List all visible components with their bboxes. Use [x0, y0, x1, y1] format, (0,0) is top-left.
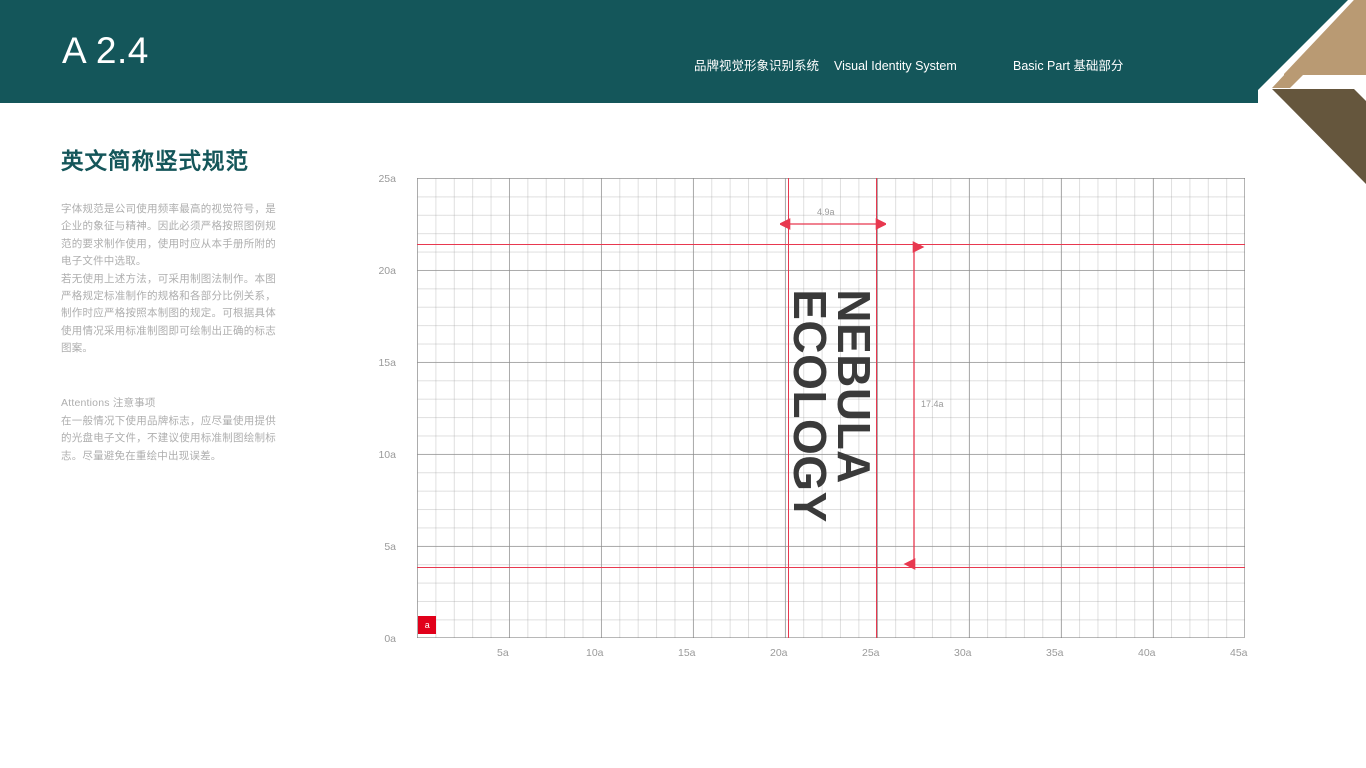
unit-square-a: a — [418, 616, 437, 635]
header-subtitle-en: Visual Identity System — [834, 59, 957, 73]
x-axis-label-35: 35a — [1046, 647, 1064, 659]
page-root: A 2.4 品牌视觉形象识别系统 Visual Identity System … — [0, 0, 1366, 768]
width-dimension-label: 4.9a — [817, 207, 835, 217]
x-axis-label-25: 25a — [862, 647, 880, 659]
x-axis-label-40: 40a — [1138, 647, 1156, 659]
page-code: A 2.4 — [62, 30, 149, 71]
y-axis-label-20: 20a — [378, 265, 396, 277]
x-axis-label-20: 20a — [770, 647, 788, 659]
x-axis-label-30: 30a — [954, 647, 972, 659]
y-axis-label-10: 10a — [378, 449, 396, 461]
height-dimension-label: 17.4a — [921, 399, 944, 409]
header-part-label: Basic Part 基础部分 — [1013, 59, 1124, 73]
deco-brown-chevron — [1272, 89, 1366, 184]
y-axis-label-25: 25a — [378, 173, 396, 185]
x-axis-label-45: 45a — [1230, 647, 1248, 659]
guide-line-bottom — [417, 567, 1245, 568]
x-axis-label-10: 10a — [586, 647, 604, 659]
logo-wordmark: NEBULA ECOLOGY — [784, 244, 880, 567]
logo-line-1: NEBULA — [828, 288, 880, 484]
x-axis-label-5: 5a — [497, 647, 509, 659]
y-axis-label-0: 0a — [384, 633, 396, 645]
page-header: A 2.4 品牌视觉形象识别系统 Visual Identity System … — [0, 0, 1258, 103]
header-meta-group: 品牌视觉形象识别系统 Visual Identity System Basic … — [0, 60, 1258, 80]
y-axis-label-15: 15a — [378, 357, 396, 369]
construction-diagram: 0a 5a 10a 15a 20a 25a 5a 10a 15a 20a 25a… — [0, 0, 1366, 768]
x-axis-label-15: 15a — [678, 647, 696, 659]
logo-rotated-group: NEBULA ECOLOGY — [784, 288, 880, 523]
y-axis-label-5: 5a — [384, 541, 396, 553]
logo-line-2: ECOLOGY — [784, 288, 836, 523]
header-subtitle-cn: 品牌视觉形象识别系统 — [694, 59, 820, 73]
